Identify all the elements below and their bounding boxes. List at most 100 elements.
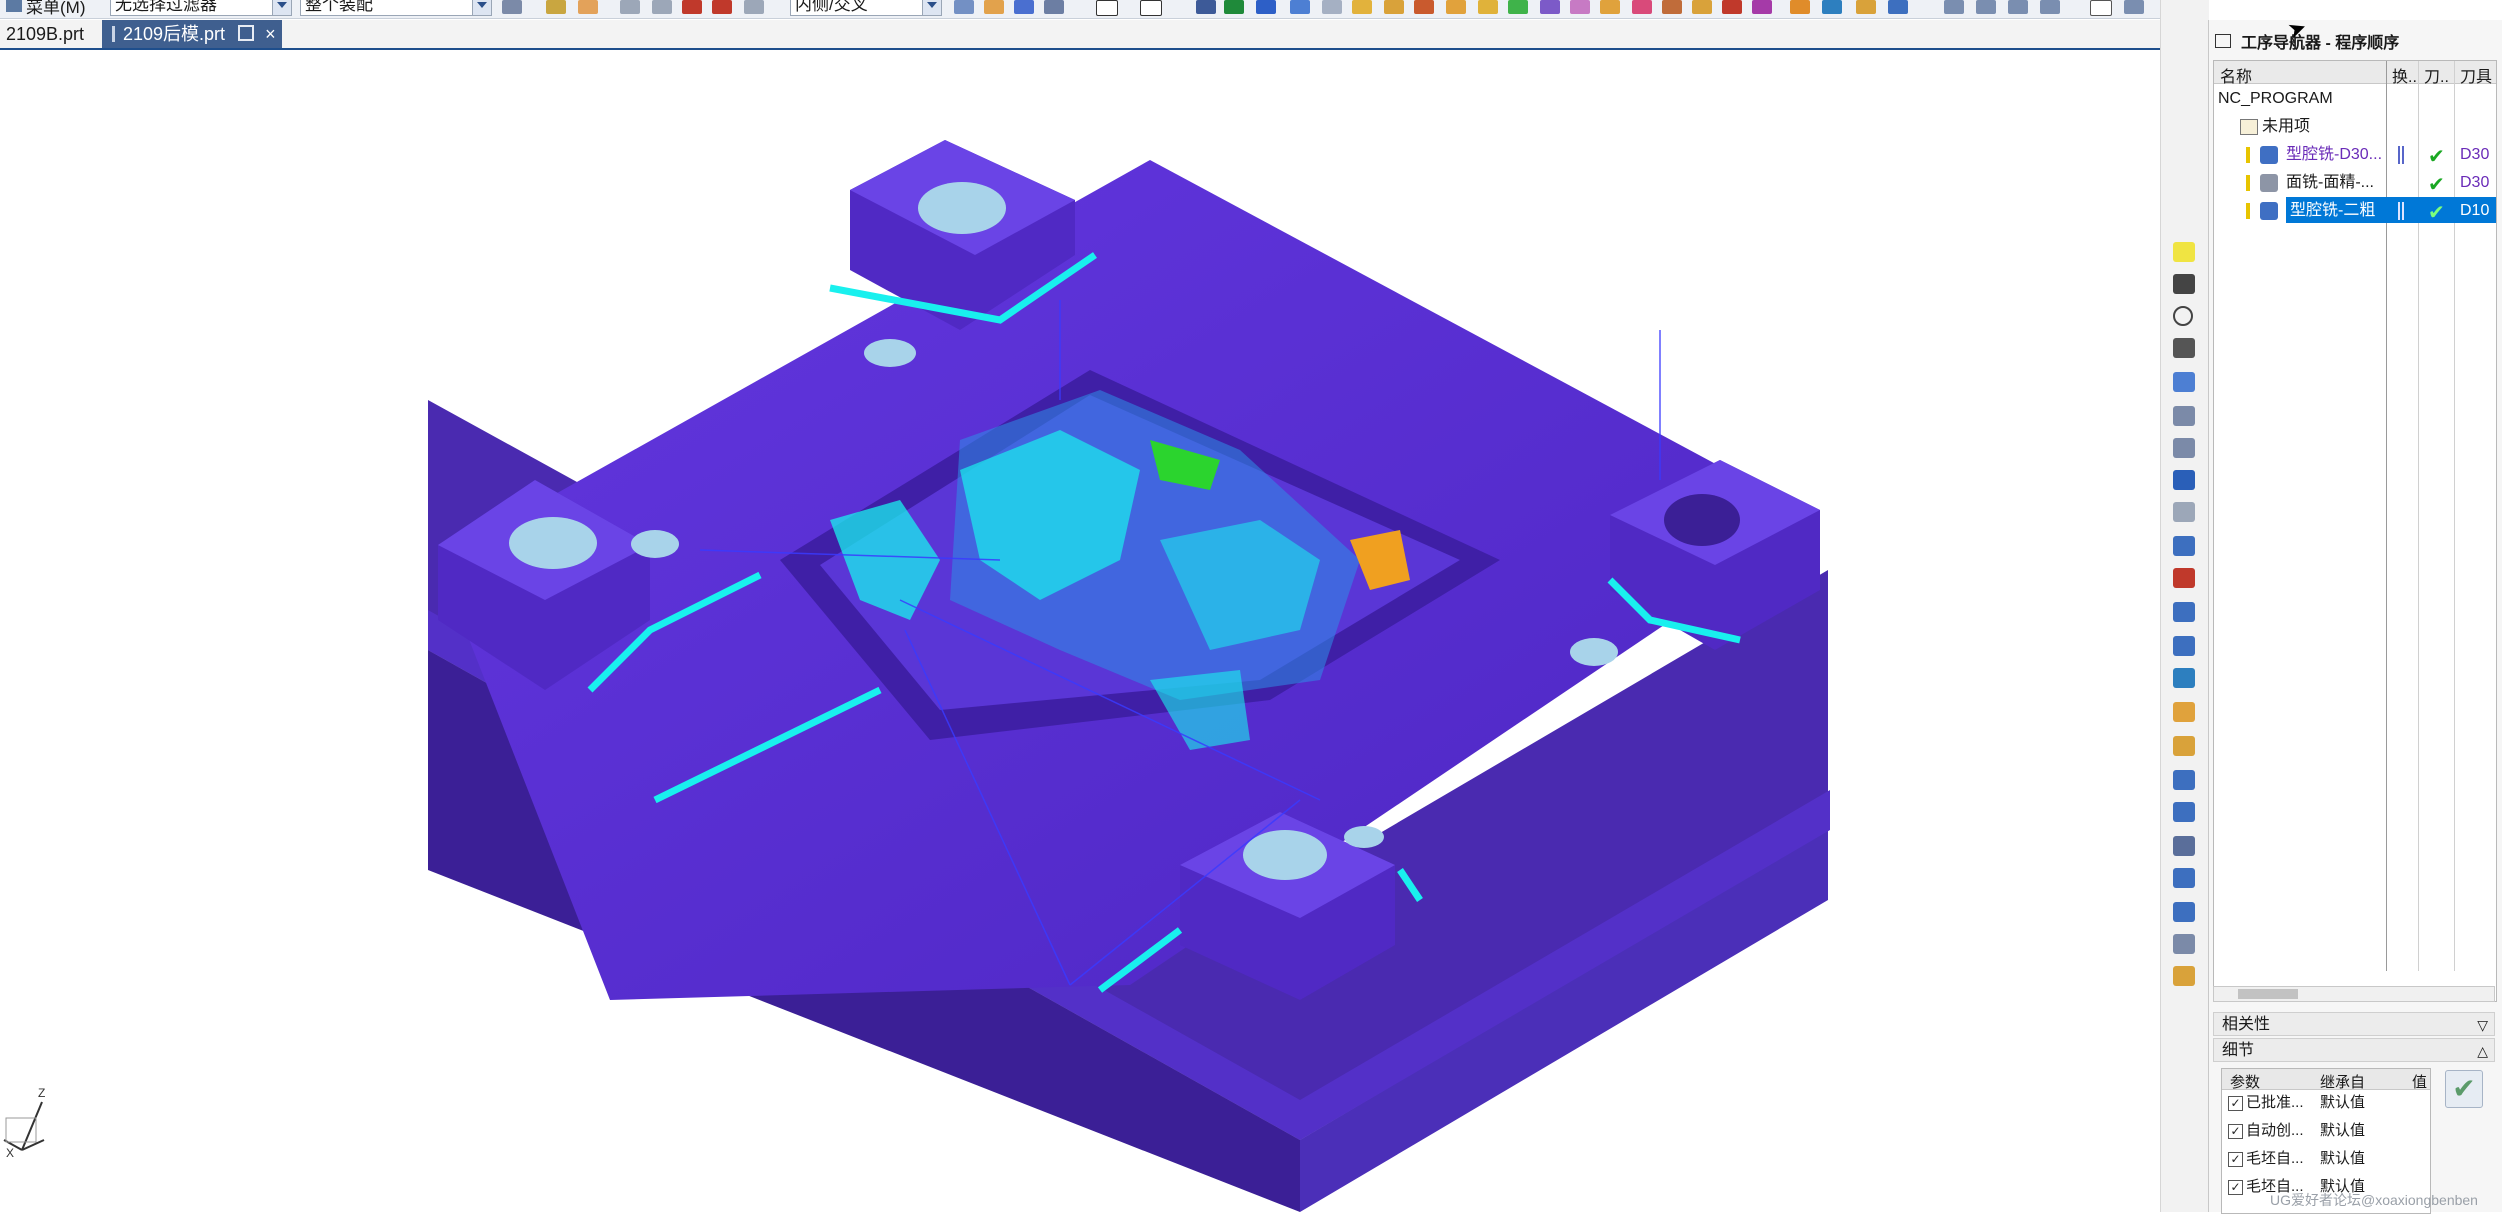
wireframe-view-icon[interactable] bbox=[1014, 0, 1034, 14]
close-icon[interactable]: × bbox=[265, 24, 276, 44]
snap-center-icon[interactable] bbox=[682, 0, 702, 14]
operation-tree[interactable]: 名称 换.. 刀.. 刀具 NC_PROGRAM 未用项 型腔铣-D30... … bbox=[2213, 60, 2497, 1002]
mfg-feature-icon[interactable] bbox=[2173, 602, 2195, 622]
simulate-icon[interactable] bbox=[1414, 0, 1434, 14]
filter-icon[interactable] bbox=[502, 0, 522, 14]
shop-doc-icon[interactable] bbox=[1478, 0, 1498, 14]
roles-icon[interactable] bbox=[2173, 438, 2195, 458]
mold-icon[interactable] bbox=[1662, 0, 1682, 14]
copy-operation-icon[interactable] bbox=[2008, 0, 2028, 14]
scrollbar-thumb[interactable] bbox=[2238, 989, 2298, 999]
flag-icon[interactable] bbox=[1224, 0, 1244, 14]
layer-icon[interactable] bbox=[1096, 0, 1118, 16]
menu-button[interactable]: 菜单(M) bbox=[0, 0, 85, 17]
checkbox[interactable]: ✓ bbox=[2228, 1124, 2243, 1139]
details-row[interactable]: ✓ 已批准... 默认值 bbox=[2222, 1089, 2430, 1117]
tree-row-nc-program[interactable]: NC_PROGRAM bbox=[2214, 85, 2496, 113]
tab-2109b[interactable]: 2109B.prt bbox=[0, 20, 100, 48]
toolpath-edit-icon[interactable] bbox=[2173, 702, 2195, 722]
tool-icon[interactable] bbox=[1196, 0, 1216, 14]
measure-icon[interactable] bbox=[1600, 0, 1620, 14]
palette-icon[interactable] bbox=[2173, 502, 2195, 522]
column-toolpath[interactable]: 刀.. bbox=[2424, 63, 2449, 87]
details-row[interactable]: ✓ 毛坯自... 默认值 bbox=[2222, 1145, 2430, 1173]
text-icon[interactable] bbox=[2173, 902, 2195, 922]
drill-icon[interactable] bbox=[1888, 0, 1908, 14]
program-icon[interactable] bbox=[1256, 0, 1276, 14]
top-toolbar: 菜单(M) 无选择过滤器 整个装配 内侧/交叉 bbox=[0, 0, 2180, 19]
reuse-library-icon[interactable] bbox=[2173, 338, 2195, 358]
method-icon[interactable] bbox=[1322, 0, 1342, 14]
postprocess-icon[interactable] bbox=[1446, 0, 1466, 14]
part-navigator-icon[interactable] bbox=[2173, 274, 2195, 294]
transform-icon[interactable] bbox=[1752, 0, 1772, 14]
verify-icon[interactable] bbox=[1384, 0, 1404, 14]
assembly-scope-dropdown[interactable]: 整个装配 bbox=[300, 0, 492, 16]
snap-end-icon[interactable] bbox=[652, 0, 672, 14]
list-icon[interactable] bbox=[2173, 934, 2195, 954]
delete-operation-icon[interactable] bbox=[2040, 0, 2060, 14]
column-tool[interactable]: 刀具 bbox=[2460, 63, 2492, 87]
snap-quadrant-icon[interactable] bbox=[712, 0, 732, 14]
checkbox[interactable]: ✓ bbox=[2228, 1152, 2243, 1167]
column-name[interactable]: 名称 bbox=[2220, 63, 2252, 87]
probe-icon[interactable] bbox=[2173, 836, 2195, 856]
tab-2109-rear-mold[interactable]: 2109后模.prt × bbox=[102, 20, 282, 48]
snap-point-icon[interactable] bbox=[620, 0, 640, 14]
drill-tool-icon[interactable] bbox=[2173, 770, 2195, 790]
feature-navigator-icon[interactable] bbox=[2173, 568, 2195, 588]
hole bbox=[1570, 638, 1618, 666]
external-icon[interactable] bbox=[238, 25, 255, 41]
output-cls-icon[interactable] bbox=[1508, 0, 1528, 14]
hole-feature-icon[interactable] bbox=[2173, 668, 2195, 688]
confirm-button[interactable]: ✔ bbox=[2445, 1070, 2483, 1108]
column-toolchange[interactable]: 换.. bbox=[2392, 63, 2417, 87]
history-icon[interactable] bbox=[2173, 306, 2193, 326]
toolpath-icon[interactable] bbox=[1790, 0, 1810, 14]
undo-icon[interactable] bbox=[2124, 0, 2144, 14]
machine-tool-navigator-icon[interactable] bbox=[2173, 372, 2195, 392]
tree-row-operation[interactable]: 面铣-面精-... ✔ D30 bbox=[2214, 169, 2496, 197]
cam-express-icon[interactable] bbox=[2173, 736, 2195, 756]
tool-library-icon[interactable] bbox=[2173, 636, 2195, 656]
web-browser-icon[interactable] bbox=[2173, 406, 2195, 426]
select-type-icon[interactable] bbox=[578, 0, 598, 14]
edit-icon[interactable] bbox=[2090, 0, 2112, 16]
tree-row-unused[interactable]: 未用项 bbox=[2214, 113, 2496, 141]
horizontal-scrollbar[interactable] bbox=[2213, 986, 2495, 1002]
render-mode-icon[interactable] bbox=[1044, 0, 1064, 14]
tree-row-operation-selected[interactable]: 型腔铣-二粗 ✔ D10 bbox=[2214, 197, 2496, 225]
layout-icon[interactable] bbox=[1540, 0, 1560, 14]
dependencies-section[interactable]: 相关性 ▽ bbox=[2213, 1012, 2495, 1036]
transform-icon[interactable] bbox=[2173, 802, 2195, 822]
view-cube-icon[interactable] bbox=[954, 0, 974, 14]
selection-filter-dropdown[interactable]: 无选择过滤器 bbox=[110, 0, 292, 16]
details-row[interactable]: ✓ 自动创... 默认值 bbox=[2222, 1117, 2430, 1145]
select-icon[interactable] bbox=[546, 0, 566, 14]
graphics-window[interactable]: Z X bbox=[0, 50, 2160, 1212]
system-scene-icon[interactable] bbox=[2173, 470, 2195, 490]
checkbox[interactable]: ✓ bbox=[2228, 1096, 2243, 1111]
gear-icon[interactable] bbox=[1856, 0, 1876, 14]
utility-icon[interactable] bbox=[2173, 966, 2195, 986]
mirror-icon[interactable] bbox=[1722, 0, 1742, 14]
navigator-icon[interactable] bbox=[2173, 242, 2195, 262]
move-icon[interactable] bbox=[1976, 0, 1996, 14]
cam-tool-icon[interactable] bbox=[1692, 0, 1712, 14]
analysis-icon[interactable] bbox=[1632, 0, 1652, 14]
tree-row-operation[interactable]: 型腔铣-D30... ✔ D30 bbox=[2214, 141, 2496, 169]
feature-icon[interactable] bbox=[1570, 0, 1590, 14]
operation-icon[interactable] bbox=[1944, 0, 1964, 14]
geometry-icon[interactable] bbox=[1290, 0, 1310, 14]
snap-box-icon[interactable] bbox=[744, 0, 764, 14]
details-section[interactable]: 细节 △ bbox=[2213, 1038, 2495, 1062]
checkbox[interactable]: ✓ bbox=[2228, 1180, 2243, 1195]
machine-icon[interactable] bbox=[1822, 0, 1842, 14]
copy-icon[interactable] bbox=[1140, 0, 1162, 16]
mold-base-model[interactable] bbox=[0, 50, 2160, 1212]
snap-mode-dropdown[interactable]: 内侧/交叉 bbox=[790, 0, 942, 16]
generate-path-icon[interactable] bbox=[1352, 0, 1372, 14]
operation-navigator-icon[interactable] bbox=[2173, 536, 2195, 556]
shaded-view-icon[interactable] bbox=[984, 0, 1004, 14]
annotation-icon[interactable] bbox=[2173, 868, 2195, 888]
